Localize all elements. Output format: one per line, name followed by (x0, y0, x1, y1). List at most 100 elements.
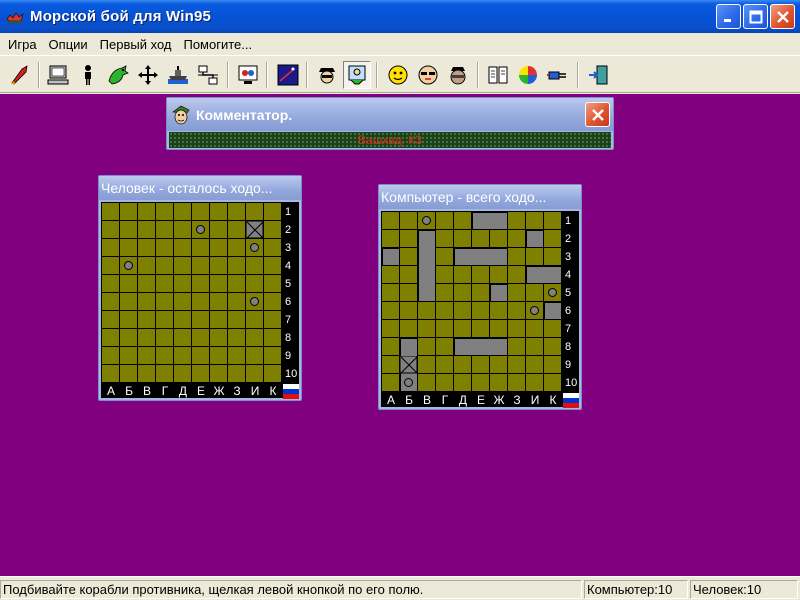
toolbar-move-button[interactable] (134, 61, 162, 89)
board-cell[interactable] (508, 320, 526, 338)
board-cell[interactable] (156, 293, 174, 311)
board-cell[interactable] (228, 293, 246, 311)
board-cell[interactable] (400, 230, 418, 248)
board-cell[interactable] (102, 293, 120, 311)
toolbar-sunglasses-button[interactable] (414, 61, 442, 89)
toolbar-computer-button[interactable] (44, 61, 72, 89)
board-cell[interactable] (472, 266, 490, 284)
board-cell[interactable] (418, 302, 436, 320)
toolbar-plug-button[interactable] (544, 61, 572, 89)
board-cell[interactable] (264, 203, 282, 221)
board-cell[interactable] (102, 203, 120, 221)
board-cell[interactable] (228, 239, 246, 257)
board-cell[interactable] (472, 320, 490, 338)
board-cell[interactable] (436, 320, 454, 338)
board-cell[interactable] (400, 302, 418, 320)
board-cell[interactable] (156, 329, 174, 347)
board-cell[interactable] (544, 374, 562, 392)
board-cell[interactable] (526, 356, 544, 374)
board-cell[interactable] (400, 212, 418, 230)
board-cell[interactable] (508, 212, 526, 230)
toolbar-smiley-button[interactable] (384, 61, 412, 89)
board-cell[interactable] (174, 257, 192, 275)
board-cell[interactable] (490, 230, 508, 248)
board-cell[interactable] (436, 356, 454, 374)
toolbar-spy-button[interactable] (313, 61, 341, 89)
board-cell[interactable] (138, 257, 156, 275)
board-cell[interactable] (382, 302, 400, 320)
board-cell[interactable] (508, 374, 526, 392)
board-cell[interactable] (246, 311, 264, 329)
toolbar-dragon-button[interactable] (104, 61, 132, 89)
board-cell[interactable] (544, 356, 562, 374)
board-cell[interactable] (264, 239, 282, 257)
board-cell[interactable] (174, 203, 192, 221)
toolbar-painter-button[interactable] (343, 61, 371, 89)
human-board-title[interactable]: Человек - осталось ходо... (99, 176, 301, 200)
board-cell[interactable] (192, 239, 210, 257)
board-cell[interactable] (120, 239, 138, 257)
board-cell[interactable] (418, 338, 436, 356)
board-cell[interactable] (138, 365, 156, 383)
board-cell[interactable] (156, 275, 174, 293)
board-cell[interactable] (174, 311, 192, 329)
board-cell[interactable] (490, 374, 508, 392)
board-cell[interactable] (174, 221, 192, 239)
board-cell[interactable] (102, 329, 120, 347)
board-cell[interactable] (264, 347, 282, 365)
board-cell[interactable] (544, 338, 562, 356)
board-cell[interactable] (210, 293, 228, 311)
human-board[interactable]: 1 2 3 4 5 6 7 8 9 10 А Б В Г Д Е Ж З И К (101, 202, 299, 399)
board-cell[interactable] (156, 257, 174, 275)
board-cell[interactable] (418, 374, 436, 392)
board-cell[interactable] (102, 239, 120, 257)
board-cell[interactable] (210, 365, 228, 383)
board-cell[interactable] (508, 230, 526, 248)
board-cell[interactable] (264, 293, 282, 311)
board-cell[interactable] (508, 302, 526, 320)
board-cell[interactable] (382, 338, 400, 356)
board-cell[interactable] (138, 311, 156, 329)
board-cell[interactable] (382, 320, 400, 338)
board-cell[interactable] (526, 284, 544, 302)
board-cell[interactable] (436, 338, 454, 356)
board-cell[interactable] (472, 374, 490, 392)
board-cell[interactable] (120, 203, 138, 221)
board-cell[interactable] (102, 257, 120, 275)
menu-first-move[interactable]: Первый ход (94, 37, 178, 52)
computer-board-title[interactable]: Компьютер - всего ходо... (379, 185, 581, 209)
board-cell[interactable] (138, 239, 156, 257)
toolbar-rocket-button[interactable] (6, 61, 34, 89)
board-cell[interactable] (102, 311, 120, 329)
board-cell[interactable] (490, 320, 508, 338)
board-cell[interactable] (246, 329, 264, 347)
board-cell[interactable] (120, 329, 138, 347)
board-cell[interactable] (138, 293, 156, 311)
board-cell[interactable] (156, 311, 174, 329)
board-cell[interactable] (228, 347, 246, 365)
board-cell[interactable] (454, 374, 472, 392)
board-cell[interactable] (246, 347, 264, 365)
board-cell[interactable] (490, 266, 508, 284)
board-cell[interactable] (156, 365, 174, 383)
board-cell[interactable] (102, 221, 120, 239)
toolbar-mask-button[interactable] (444, 61, 472, 89)
board-cell[interactable] (228, 329, 246, 347)
board-cell[interactable] (454, 212, 472, 230)
board-cell[interactable] (138, 203, 156, 221)
board-cell[interactable] (210, 257, 228, 275)
board-cell[interactable] (192, 275, 210, 293)
board-cell[interactable] (418, 320, 436, 338)
commentator-title-bar[interactable]: Комментатор. (167, 98, 613, 131)
menu-help[interactable]: Помогите... (177, 37, 258, 52)
toolbar-ship-button[interactable] (164, 61, 192, 89)
board-cell[interactable] (120, 221, 138, 239)
board-cell[interactable] (526, 212, 544, 230)
board-cell[interactable] (192, 257, 210, 275)
board-cell[interactable] (210, 221, 228, 239)
board-cell[interactable] (228, 203, 246, 221)
board-cell[interactable] (436, 212, 454, 230)
board-cell[interactable] (192, 365, 210, 383)
board-cell[interactable] (210, 329, 228, 347)
board-cell[interactable] (102, 365, 120, 383)
